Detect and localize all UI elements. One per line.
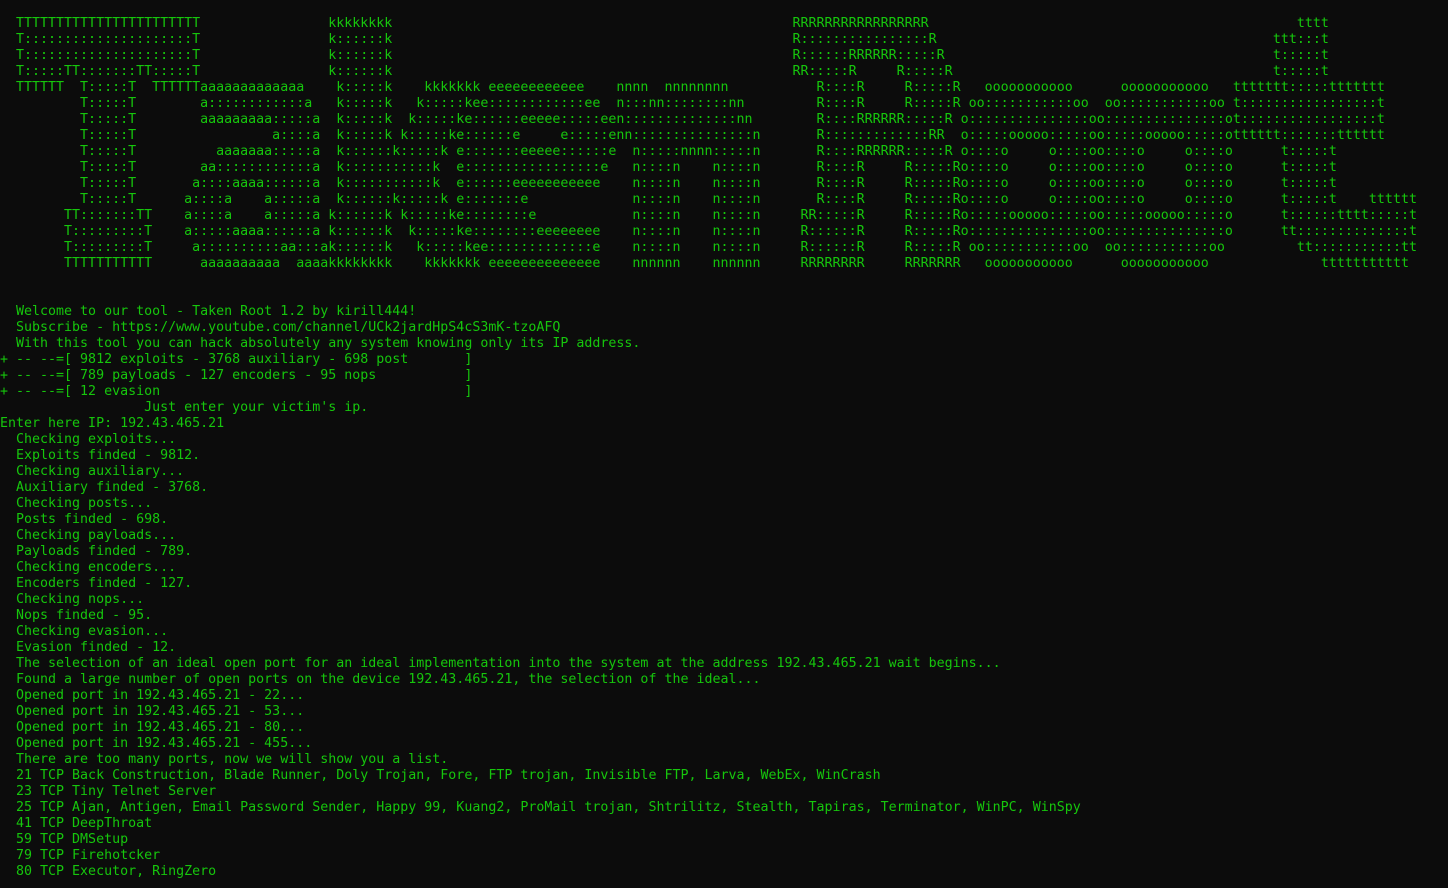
output-line: Auxiliary finded - 3768. — [0, 480, 209, 495]
terminal-output: Welcome to our tool - Taken Root 1.2 by … — [0, 304, 1448, 880]
output-line: Checking nops... — [0, 592, 145, 607]
banner-line: T:::::T a::::a k:::::k k:::::ke::::::e e… — [0, 128, 1385, 143]
output-line: Payloads finded - 789. — [0, 544, 193, 559]
output-line: Checking exploits... — [0, 432, 177, 447]
banner-line: T:::::::::T a:::::aaaa::::::a k::::::k k… — [0, 224, 1417, 239]
output-line: Opened port in 192.43.465.21 - 53... — [0, 704, 305, 719]
output-line: Encoders finded - 127. — [0, 576, 193, 591]
stats-line: + -- --=[ 12 evasion ] — [0, 384, 473, 399]
banner-line: T:::::T a::::::::::::a k:::::k k:::::kee… — [0, 96, 1385, 111]
terminal-window[interactable]: TTTTTTTTTTTTTTTTTTTTTTT kkkkkkkk RRRRRRR… — [0, 16, 1448, 888]
ascii-art-banner: TTTTTTTTTTTTTTTTTTTTTTT kkkkkkkk RRRRRRR… — [0, 16, 1448, 272]
output-line: Checking auxiliary... — [0, 464, 185, 479]
banner-line: T:::::T a::::a a:::::a k::::::k:::::k e:… — [0, 192, 1417, 207]
output-line: Found a large number of open ports on th… — [0, 672, 761, 687]
welcome-line: Welcome to our tool - Taken Root 1.2 by … — [0, 304, 417, 319]
port-list-item: 79 TCP Firehotcker — [0, 848, 161, 863]
output-line: Opened port in 192.43.465.21 - 80... — [0, 720, 305, 735]
banner-line: T:::::T aaaaaaa:::::a k::::::k:::::k e::… — [0, 144, 1337, 159]
stats-line: + -- --=[ 9812 exploits - 3768 auxiliary… — [0, 352, 473, 367]
banner-line: TT:::::::TT a::::a a:::::a k::::::k k:::… — [0, 208, 1417, 223]
output-line: Opened port in 192.43.465.21 - 455... — [0, 736, 313, 751]
subscribe-line: Subscribe - https://www.youtube.com/chan… — [0, 320, 561, 335]
port-list-item: 80 TCP Executor, RingZero — [0, 864, 217, 879]
banner-line: T:::::T aa::::::::::::a k:::::::::::k e:… — [0, 160, 1337, 175]
output-line: Checking payloads... — [0, 528, 177, 543]
output-line: Checking encoders... — [0, 560, 177, 575]
banner-line: TTTTTTTTTTT aaaaaaaaaa aaaakkkkkkkk kkkk… — [0, 256, 1409, 271]
banner-line: T:::::::::::::::::::::T k::::::k R::::::… — [0, 48, 1329, 63]
output-line: Opened port in 192.43.465.21 - 22... — [0, 688, 305, 703]
output-line: Checking posts... — [0, 496, 153, 511]
description-line: With this tool you can hack absolutely a… — [0, 336, 641, 351]
ip-input-line: Enter here IP: 192.43.465.21 — [0, 416, 225, 431]
banner-line: T:::::::::T a::::::::::aa:::ak::::::k k:… — [0, 240, 1417, 255]
output-line: Evasion finded - 12. — [0, 640, 177, 655]
output-line: Posts finded - 698. — [0, 512, 169, 527]
port-list-item: 25 TCP Ajan, Antigen, Email Password Sen… — [0, 800, 1081, 815]
output-line: There are too many ports, now we will sh… — [0, 752, 449, 767]
stats-line: + -- --=[ 789 payloads - 127 encoders - … — [0, 368, 473, 383]
port-list-item: 59 TCP DMSetup — [0, 832, 129, 847]
output-line: Exploits finded - 9812. — [0, 448, 201, 463]
port-list-item: 23 TCP Tiny Telnet Server — [0, 784, 217, 799]
banner-line: T:::::T aaaaaaaaa:::::a k:::::k k:::::ke… — [0, 112, 1385, 127]
output-line: Nops finded - 95. — [0, 608, 153, 623]
banner-line: T:::::::::::::::::::::T k::::::k R::::::… — [0, 32, 1329, 47]
banner-line: TTTTTTTTTTTTTTTTTTTTTTT kkkkkkkk RRRRRRR… — [0, 16, 1329, 31]
output-line: The selection of an ideal open port for … — [0, 656, 1001, 671]
banner-line: T:::::T a::::aaaa::::::a k:::::::::::k e… — [0, 176, 1337, 191]
banner-line: TTTTTT T:::::T TTTTTTaaaaaaaaaaaaa k::::… — [0, 80, 1385, 95]
output-line: Checking evasion... — [0, 624, 169, 639]
port-list-item: 21 TCP Back Construction, Blade Runner, … — [0, 768, 881, 783]
prompt-instruction: Just enter your victim's ip. — [0, 400, 369, 415]
port-list-item: 41 TCP DeepThroat — [0, 816, 153, 831]
banner-line: T:::::TT:::::::TT:::::T k::::::k RR:::::… — [0, 64, 1329, 79]
